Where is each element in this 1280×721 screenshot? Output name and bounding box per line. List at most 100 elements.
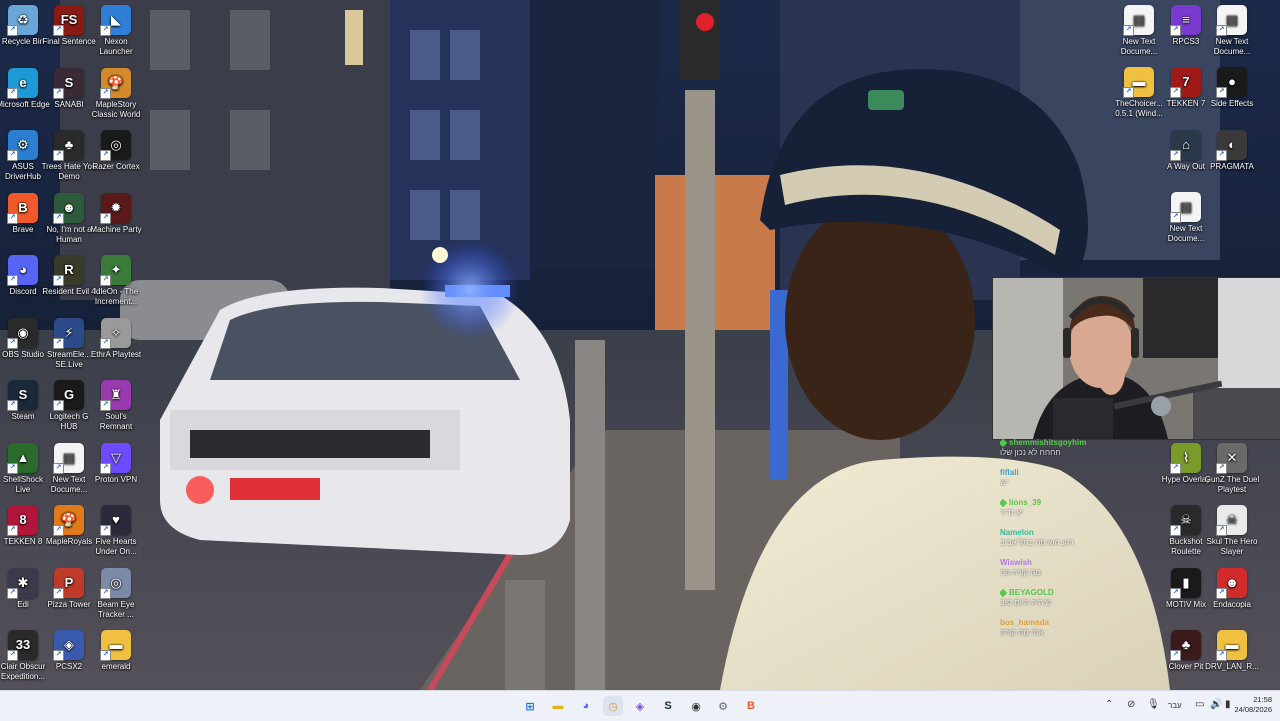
icon-glyph: ⌇ <box>1182 450 1190 465</box>
desktop-icon-label: Machine Party <box>90 224 142 234</box>
battery-icon[interactable]: ▮ <box>1225 699 1231 710</box>
taskbar-obs-icon[interactable]: ◉ <box>686 696 706 716</box>
desktop-icon-beam-eye-tracker[interactable]: ◎ ↗ Beam Eye Tracker ... <box>88 567 144 620</box>
desktop-icon-ethra-playtest[interactable]: ✧ ↗ EthrA Playtest <box>88 317 144 360</box>
desktop-icon-new-text-docume[interactable]: ▤ ↗ New Text Docume... <box>1204 5 1260 57</box>
desktop-icon-proton-vpn[interactable]: ▽ ↗ Proton VPN <box>88 442 144 485</box>
shortcut-arrow-icon: ↗ <box>7 87 18 99</box>
icon-glyph: 🍄 <box>60 512 78 527</box>
desktop-icon-side-effects[interactable]: ● ↗ Side Effects <box>1204 67 1260 109</box>
icon-glyph: B <box>18 199 28 215</box>
shortcut-arrow-icon: ↗ <box>1216 87 1227 98</box>
chat-message: Wiswish מה קורה פה <box>1000 558 1140 578</box>
desktop-icon-five-hearts-under-on[interactable]: ♥ ↗ Five Hearts Under On... <box>88 505 144 557</box>
shortcut-arrow-icon: ↗ <box>1170 150 1181 161</box>
shortcut-arrow-icon: ↗ <box>7 587 18 599</box>
proton-vpn-icon: ▽ ↗ <box>100 442 131 474</box>
icon-glyph: P <box>64 574 74 590</box>
icon-glyph: ✕ <box>1226 450 1238 465</box>
taskbar-glyph: B <box>747 700 755 712</box>
icon-glyph: ▤ <box>1179 199 1193 214</box>
no-i-m-not-a-human-icon: ☻ ↗ <box>53 192 84 224</box>
desktop-icon-label: New Text Docume... <box>1213 37 1251 56</box>
taskbar-discord-icon[interactable]: ◕ <box>576 696 596 716</box>
network-off-icon[interactable]: ⊘ <box>1127 699 1135 710</box>
taskbar-clock-app-icon[interactable]: ◷ <box>603 696 623 716</box>
side-effects-icon: ● ↗ <box>1216 67 1247 98</box>
icon-glyph: ≡ <box>1182 12 1190 27</box>
subscriber-badge-icon <box>1000 588 1008 598</box>
chat-message: bos_hamada אחי מה קורה <box>1000 618 1140 638</box>
icon-glyph: ♻ <box>17 12 29 27</box>
desktop-icon-label: DRV_LAN_R... <box>1205 662 1259 671</box>
icon-glyph: ✧ <box>110 324 122 340</box>
shortcut-arrow-icon: ↗ <box>7 525 18 536</box>
desktop-icon-maplestory-classic-world[interactable]: 🍄 ↗ MapleStory Classic World <box>88 67 144 120</box>
shortcut-arrow-icon: ↗ <box>100 150 111 161</box>
shortcut-arrow-icon: ↗ <box>100 462 111 474</box>
taskbar: ⊞ ▬ ◕ ◷ ◈ S ◉ ⚙ B ⌃ ⊘ 🎙 עבר ▭ 🔊 ▮ 21:58 24/08/20… <box>0 690 1280 721</box>
chat-message: Namelon רגע הוא פה בתל אביב <box>1000 528 1140 548</box>
ethra-playtest-icon: ✧ ↗ <box>100 317 131 349</box>
desktop-icon-endacopia[interactable]: ☻ ↗ Endacopia <box>1204 568 1260 610</box>
chat-message-text: חחחח לא נכון שלו <box>1000 448 1061 457</box>
shortcut-arrow-icon: ↗ <box>53 150 64 161</box>
volume-icon[interactable]: 🔊 <box>1210 699 1222 710</box>
rpcs3-icon: ≡ ↗ <box>1170 5 1201 36</box>
taskbar-app-vpn-icon[interactable]: ◈ <box>630 696 650 716</box>
shortcut-arrow-icon: ↗ <box>1216 463 1227 474</box>
desktop-icon-label: Five Hearts Under On... <box>95 537 137 556</box>
shortcut-arrow-icon: ↗ <box>1170 650 1181 661</box>
chat-username: lions_39 <box>1000 498 1140 508</box>
desktop-icon-razer-cortex[interactable]: ◎ ↗ Razer Cortex <box>88 130 144 172</box>
taskbar-brave-icon[interactable]: B <box>741 696 761 716</box>
desktop-icon-label: Proton VPN <box>94 474 138 484</box>
chat-username-text: lions_39 <box>1009 498 1042 507</box>
shortcut-arrow-icon: ↗ <box>100 650 111 661</box>
chat-username: BEYAGOLD <box>1000 588 1140 598</box>
desktop-icon-drv-lan-r[interactable]: ▬ ↗ DRV_LAN_R... <box>1204 630 1260 672</box>
icon-glyph: ▬ <box>1225 637 1239 652</box>
chat-message: lions_39 יא נדיר <box>1000 498 1140 518</box>
desktop-icon-label: IdleOn - The Increment... <box>93 287 139 306</box>
icon-glyph: ♥ <box>112 512 120 527</box>
shortcut-arrow-icon: ↗ <box>100 212 111 224</box>
desktop-icon-label: Skul The Hero Slayer <box>1206 537 1258 556</box>
soul-s-remnant-icon: ♜ ↗ <box>100 380 131 411</box>
clock-date: 24/08/2026 <box>1234 705 1272 714</box>
mapleroyals-icon: 🍄 ↗ <box>53 505 84 536</box>
chevron-up-icon[interactable]: ⌃ <box>1105 699 1113 710</box>
icon-glyph: R <box>64 262 74 277</box>
desktop-icon-new-text-docume[interactable]: ▤ ↗ New Text Docume... <box>1158 192 1214 244</box>
chat-username-text: shemmishitsgoyhim <box>1009 438 1087 447</box>
display-icon[interactable]: ▭ <box>1195 699 1204 710</box>
microphone-icon[interactable]: 🎙 <box>1147 699 1160 710</box>
shortcut-arrow-icon: ↗ <box>1170 588 1181 599</box>
icon-glyph: ♜ <box>110 387 122 402</box>
shortcut-arrow-icon: ↗ <box>1216 25 1227 36</box>
icon-glyph: ✦ <box>110 262 122 277</box>
taskbar-steam-icon[interactable]: S <box>658 696 678 716</box>
icon-glyph: ♣ <box>1181 637 1191 652</box>
icon-glyph: ▲ <box>16 449 30 465</box>
tekken-8-icon: 8 ↗ <box>7 505 38 536</box>
desktop-icon-machine-party[interactable]: ✹ ↗ Machine Party <box>88 192 144 235</box>
desktop-icon-gunz-the-duel-playtest[interactable]: ✕ ↗ GunZ The Duel Playtest <box>1204 443 1260 495</box>
icon-glyph: S <box>64 74 74 90</box>
desktop-icon-idleon-the-increment[interactable]: ✦ ↗ IdleOn - The Increment... <box>88 255 144 307</box>
taskbar-settings-icon[interactable]: ⚙ <box>713 696 733 716</box>
desktop-icon-soul-s-remnant[interactable]: ♜ ↗ Soul's Remnant <box>88 380 144 432</box>
taskbar-glyph: ◈ <box>635 700 645 713</box>
desktop-icon-emerald[interactable]: ▬ ↗ emerald <box>88 630 144 672</box>
system-clock[interactable]: 21:58 24/08/2026 <box>1234 695 1272 715</box>
desktop-icon-pragmata[interactable]: ◐ ↗ PRAGMATA <box>1204 130 1260 172</box>
chat-username: fiflali <box>1000 468 1140 478</box>
icon-glyph: ◎ <box>110 574 122 590</box>
desktop-icon-nexon-launcher[interactable]: ◣ ↗ Nexon Launcher <box>88 5 144 57</box>
language-indicator[interactable]: עבר <box>1168 701 1182 710</box>
desktop-icon-skul-the-hero-slayer[interactable]: ☠ ↗ Skul The Hero Slayer <box>1204 505 1260 557</box>
taskbar-file-explorer-icon[interactable]: ▬ <box>548 696 568 716</box>
shortcut-arrow-icon: ↗ <box>7 400 18 411</box>
new-text-docume-icon: ▤ ↗ <box>1123 5 1154 36</box>
taskbar-windows-start-icon[interactable]: ⊞ <box>520 696 540 716</box>
